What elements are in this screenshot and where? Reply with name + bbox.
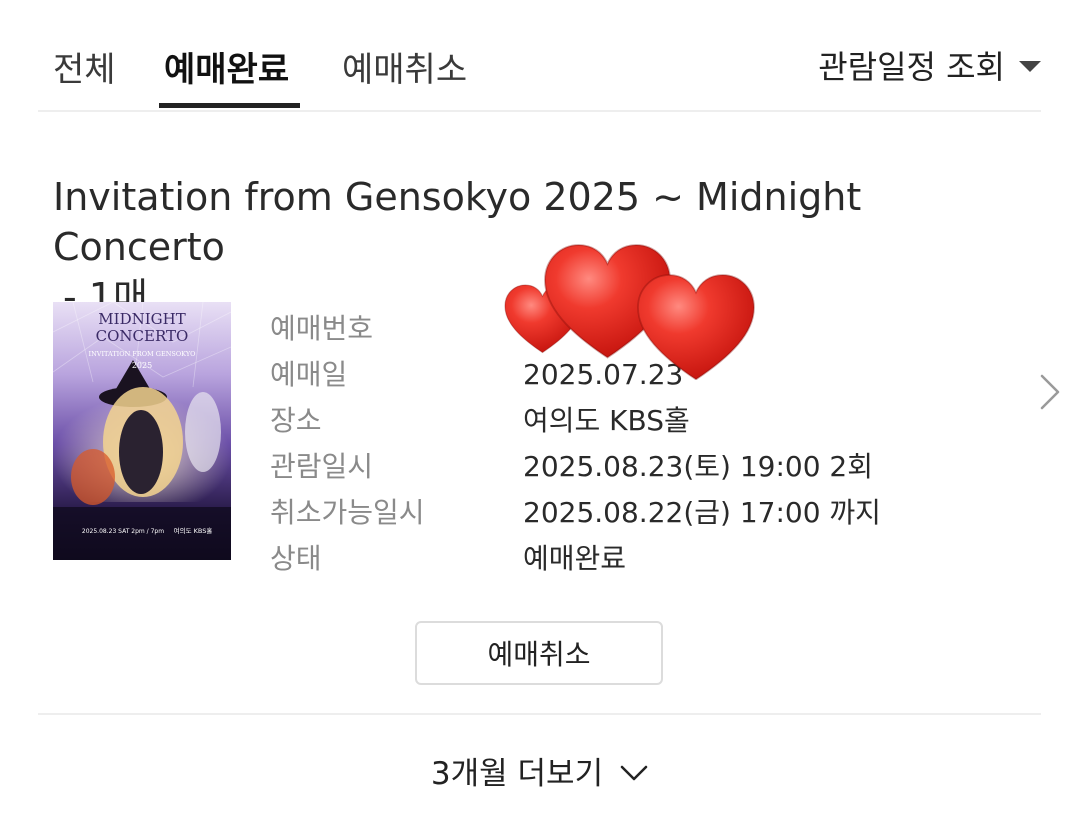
poster-footer: 2025.08.23 SAT 2pm / 7pm (82, 528, 164, 535)
detail-value: 2025.08.23(토) 19:00 2회 (523, 450, 873, 483)
detail-label: 취소가능일시 (270, 496, 425, 529)
tab-all[interactable]: 전체 (53, 42, 116, 91)
detail-value: 2025.08.22(금) 17:00 까지 (523, 496, 881, 529)
tab-booked[interactable]: 예매완료 (164, 42, 289, 91)
detail-label: 관람일시 (270, 450, 374, 483)
divider (38, 713, 1041, 715)
poster-logo-line1: MIDNIGHT (98, 310, 185, 328)
detail-label: 예매번호 (270, 312, 374, 345)
poster-logo-line2: CONCERTO (96, 327, 189, 345)
chevron-right-icon[interactable] (1036, 372, 1064, 412)
load-more-label: 3개월 더보기 (430, 756, 604, 792)
detail-label: 상태 (270, 542, 322, 575)
poster-venue: 여의도 KBS홀 (174, 526, 213, 535)
load-more-button[interactable]: 3개월 더보기 (0, 748, 1080, 793)
tab-bar: 전체 예매완료 예매취소 관람일정 조회 (38, 0, 1041, 112)
caret-down-icon (1019, 60, 1041, 72)
schedule-filter-dropdown[interactable]: 관람일정 조회 (818, 42, 1041, 88)
detail-value: 여의도 KBS홀 (523, 404, 690, 437)
event-poster[interactable]: MIDNIGHT CONCERTO INVITATION FROM GENSOK… (53, 302, 231, 560)
heart-sticker-icon (504, 244, 755, 380)
tab-cancelled[interactable]: 예매취소 (342, 42, 467, 91)
cancel-booking-button[interactable]: 예매취소 (415, 621, 663, 685)
detail-label: 장소 (270, 404, 322, 437)
schedule-filter-label: 관람일정 조회 (818, 48, 1005, 86)
active-tab-indicator (159, 103, 300, 108)
poster-subtitle: INVITATION FROM GENSOKYO (89, 350, 196, 358)
detail-value: 예매완료 (523, 542, 627, 575)
chevron-down-icon (620, 765, 648, 780)
detail-label: 예매일 (270, 358, 348, 391)
poster-year: 2025 (132, 361, 152, 370)
